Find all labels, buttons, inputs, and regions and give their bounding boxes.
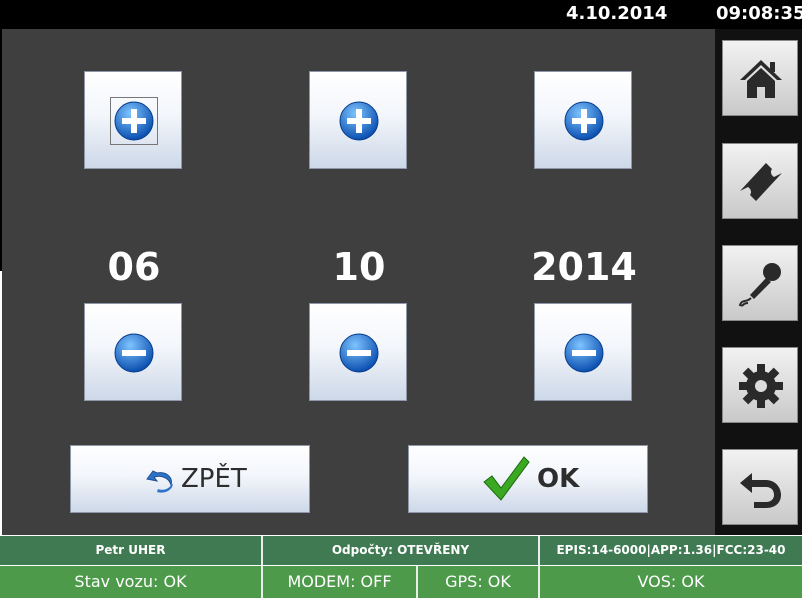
checkmark-icon: [483, 456, 530, 501]
gear-icon: [739, 364, 783, 408]
current-time: 09:08:35: [716, 3, 802, 24]
plus-icon: [564, 101, 604, 141]
home-icon: [740, 60, 782, 98]
year-value: 2014: [531, 245, 637, 289]
settings-button[interactable]: [722, 347, 798, 423]
microphone-icon: [738, 263, 781, 307]
top-bar: 4.10.2014 09:08:35: [0, 0, 802, 29]
modem-status: MODEM: OFF: [263, 566, 418, 598]
return-arrow-icon: [740, 473, 781, 508]
minus-icon: [114, 333, 154, 373]
year-increment-button[interactable]: [534, 71, 632, 169]
year-decrement-button[interactable]: [534, 303, 632, 401]
month-increment-button[interactable]: [309, 71, 407, 169]
current-date: 4.10.2014: [566, 3, 668, 24]
gps-status: GPS: OK: [418, 566, 540, 598]
back-button[interactable]: ZPĚT: [70, 445, 310, 513]
day-increment-button[interactable]: [84, 71, 182, 169]
version-info: EPIS:14-6000|APP:1.36|FCC:23-40: [540, 536, 802, 565]
ticket-icon: [740, 163, 782, 201]
vehicle-status: Stav vozu: OK: [0, 566, 263, 598]
minus-icon: [564, 333, 604, 373]
undo-arrow-icon: [146, 470, 173, 493]
plus-icon: [339, 101, 379, 141]
plus-icon: [114, 101, 154, 141]
microphone-button[interactable]: [722, 245, 798, 321]
vos-status: VOS: OK: [540, 566, 802, 598]
ok-button[interactable]: OK: [408, 445, 648, 513]
day-value: 06: [107, 245, 161, 289]
ticket-button[interactable]: [722, 143, 798, 219]
back-button-label: ZPĚT: [181, 464, 247, 494]
day-decrement-button[interactable]: [84, 303, 182, 401]
ok-button-label: OK: [537, 464, 580, 494]
return-button[interactable]: [722, 449, 798, 525]
date-picker-panel: 06 10 2014 ZPĚT OK: [2, 29, 715, 535]
month-decrement-button[interactable]: [309, 303, 407, 401]
counts-status: Odpočty: OTEVŘENY: [263, 536, 540, 565]
minus-icon: [339, 333, 379, 373]
home-button[interactable]: [722, 40, 798, 116]
driver-name: Petr UHER: [0, 536, 263, 565]
month-value: 10: [332, 245, 386, 289]
